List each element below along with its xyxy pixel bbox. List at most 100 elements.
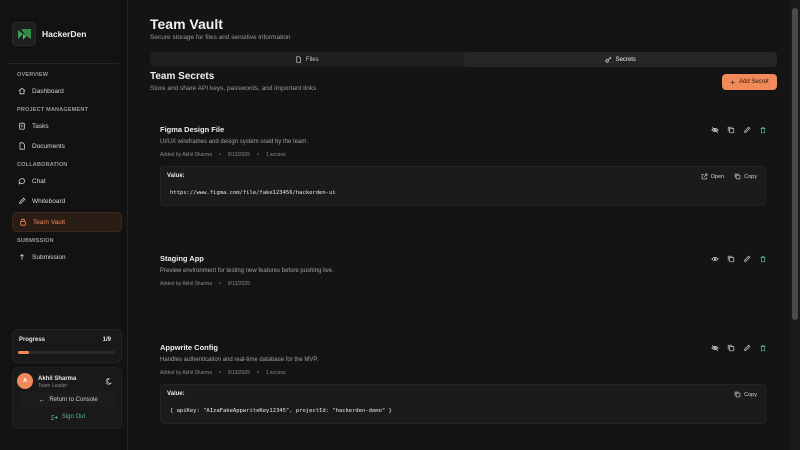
sign-out-button[interactable]: Sign Out: [18, 410, 118, 424]
tab-files[interactable]: Files: [150, 52, 464, 67]
external-link-icon: [701, 173, 707, 180]
pencil-icon: [19, 197, 26, 204]
secret-card: Appwrite Config Handles authentication a…: [150, 343, 777, 425]
sign-out-label: Sign Out: [61, 414, 86, 420]
copy-label: Copy: [744, 173, 757, 180]
copy-button[interactable]: Copy: [734, 391, 757, 398]
document-icon: [19, 142, 25, 150]
edit-icon[interactable]: [743, 255, 751, 263]
trash-icon[interactable]: [759, 126, 767, 134]
scrollbar-thumb[interactable]: [792, 8, 798, 320]
sign-out-icon: [51, 414, 58, 420]
sidebar-item-chat[interactable]: Chat: [12, 172, 122, 190]
sidebar-item-submission[interactable]: Submission: [12, 248, 122, 266]
sidebar-item-tasks[interactable]: Tasks: [12, 117, 122, 135]
divider: [8, 63, 119, 64]
separator-dot: •: [218, 152, 221, 158]
copy-icon[interactable]: [727, 126, 735, 134]
added-by: Added by Akhil Sharma: [160, 281, 212, 287]
edit-icon[interactable]: [743, 344, 751, 352]
value-actions: Copy: [734, 391, 757, 398]
progress-count: 1/9: [102, 337, 111, 343]
secret-value-box: Value: { apiKey: "AIzaFakeAppwriteKey123…: [160, 384, 766, 424]
return-to-console-button[interactable]: ← Return to Console: [18, 393, 118, 407]
user-name: Akhil Sharma: [38, 376, 77, 382]
secret-description: UI/UX wireframes and design system used …: [160, 139, 309, 145]
sidebar-item-whiteboard[interactable]: Whiteboard: [12, 192, 122, 210]
secret-description: Handles authentication and real-time dat…: [160, 357, 319, 363]
sidebar-item-documents[interactable]: Documents: [12, 137, 122, 155]
home-icon: [18, 87, 26, 95]
moon-icon[interactable]: [106, 378, 113, 385]
tab-label: Files: [305, 56, 319, 63]
brand-name: HackerDen: [42, 29, 87, 39]
eye-off-icon[interactable]: [711, 344, 719, 352]
return-label: Return to Console: [49, 397, 98, 403]
added-by: Added by Akhil Sharma: [160, 370, 212, 376]
added-date: 9/13/2025: [227, 152, 250, 158]
secret-meta: Added by Akhil Sharma • 9/13/2025 • 1 ac…: [160, 152, 286, 158]
progress-card: Progress 1/9: [12, 329, 122, 363]
logo-icon: [12, 22, 36, 46]
tab-label: Secrets: [615, 56, 636, 63]
sidebar-item-label: Submission: [32, 253, 66, 261]
copy-icon: [734, 391, 741, 398]
secret-card: Figma Design File UI/UX wireframes and d…: [150, 125, 777, 207]
arrow-left-icon: ←: [38, 396, 46, 404]
progress-bar: [18, 351, 115, 354]
progress-fill: [18, 351, 29, 354]
added-date: 9/13/2025: [227, 281, 250, 287]
secret-value[interactable]: { apiKey: "AIzaFakeAppwriteKey12345", pr…: [170, 408, 392, 414]
secret-name: Figma Design File: [160, 125, 225, 134]
avatar[interactable]: A: [17, 373, 33, 389]
open-button[interactable]: Open: [701, 173, 724, 180]
plus-icon: +: [730, 77, 735, 87]
copy-icon: [734, 173, 741, 180]
user-card: A Akhil Sharma Team Leader ← Return to C…: [12, 367, 122, 429]
trash-icon[interactable]: [759, 344, 767, 352]
value-label: Value:: [167, 173, 185, 179]
secret-name: Staging App: [160, 254, 204, 263]
section-title-overview: OVERVIEW: [17, 72, 49, 78]
key-icon: [605, 56, 611, 63]
copy-icon[interactable]: [727, 255, 735, 263]
brand[interactable]: HackerDen: [12, 22, 86, 46]
sidebar-item-label: Team Vault: [33, 218, 66, 226]
secret-actions: [711, 344, 767, 352]
chat-icon: [18, 178, 26, 185]
user-role: Team Leader: [38, 383, 68, 389]
access-count: 1 access: [265, 152, 286, 158]
section-subtitle: Store and share API keys, passwords, and…: [150, 85, 317, 92]
tab-bar: Files Secrets: [150, 52, 777, 67]
sidebar-item-dashboard[interactable]: Dashboard: [12, 82, 122, 100]
file-icon: [296, 56, 301, 63]
access-count: 1 access: [265, 370, 286, 376]
section-title: Team Secrets: [150, 71, 215, 82]
progress-label: Progress: [19, 337, 46, 343]
added-by: Added by Akhil Sharma: [160, 152, 212, 158]
sidebar-item-label: Chat: [32, 177, 46, 185]
secret-value[interactable]: https://www.figma.com/file/fake123456/ha…: [170, 190, 336, 196]
edit-icon[interactable]: [743, 126, 751, 134]
upload-icon: [20, 254, 24, 260]
add-secret-button[interactable]: + Add Secret: [722, 74, 777, 90]
secret-value-box: Value: https://www.figma.com/file/fake12…: [160, 166, 766, 206]
secret-meta: Added by Akhil Sharma • 9/13/2025 • 1 ac…: [160, 370, 286, 376]
copy-icon[interactable]: [727, 344, 735, 352]
sidebar: HackerDen OVERVIEW Dashboard PROJECT MAN…: [0, 0, 128, 450]
secret-name: Appwrite Config: [160, 343, 218, 352]
value-label: Value:: [167, 391, 185, 397]
eye-icon[interactable]: [711, 255, 719, 263]
tab-secrets[interactable]: Secrets: [463, 52, 777, 67]
secret-meta: Added by Akhil Sharma • 9/13/2025: [160, 281, 250, 287]
sidebar-item-team-vault[interactable]: Team Vault: [12, 212, 122, 232]
add-secret-label: Add Secret: [738, 79, 769, 85]
eye-off-icon[interactable]: [711, 126, 719, 134]
separator-dot: •: [257, 370, 259, 376]
value-actions: Open Copy: [701, 173, 757, 180]
added-date: 9/13/2025: [227, 370, 250, 376]
trash-icon[interactable]: [759, 255, 767, 263]
secret-actions: [711, 255, 767, 263]
scrollbar[interactable]: [790, 0, 800, 450]
copy-button[interactable]: Copy: [734, 173, 757, 180]
